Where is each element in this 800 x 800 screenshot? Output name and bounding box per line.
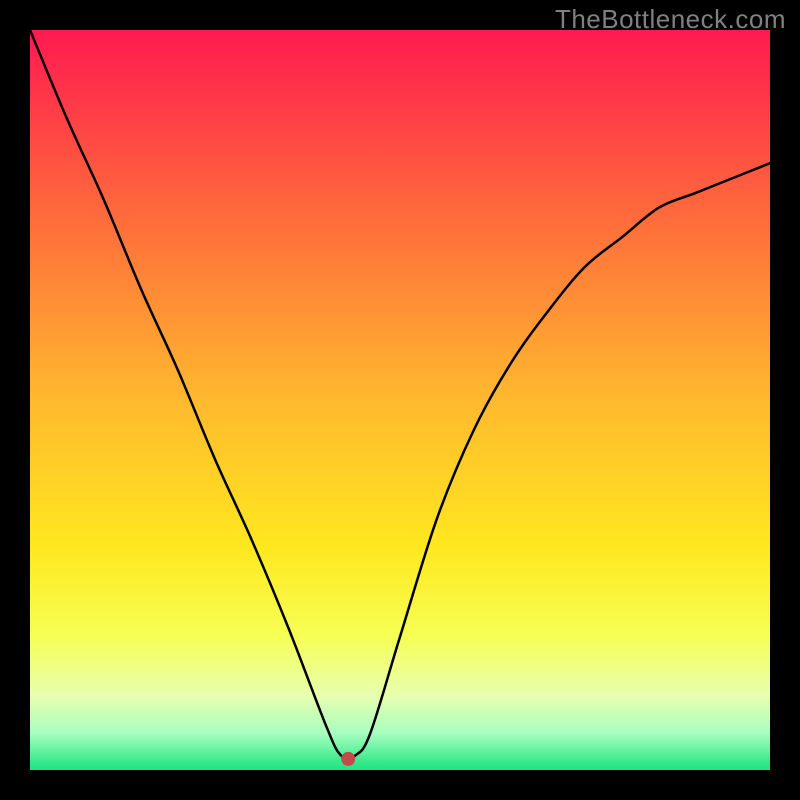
chart-container: TheBottleneck.com xyxy=(0,0,800,800)
watermark-text: TheBottleneck.com xyxy=(555,4,786,35)
chart-background xyxy=(30,30,770,770)
marker-dot xyxy=(341,752,355,766)
chart-svg xyxy=(30,30,770,770)
plot-area xyxy=(30,30,770,770)
